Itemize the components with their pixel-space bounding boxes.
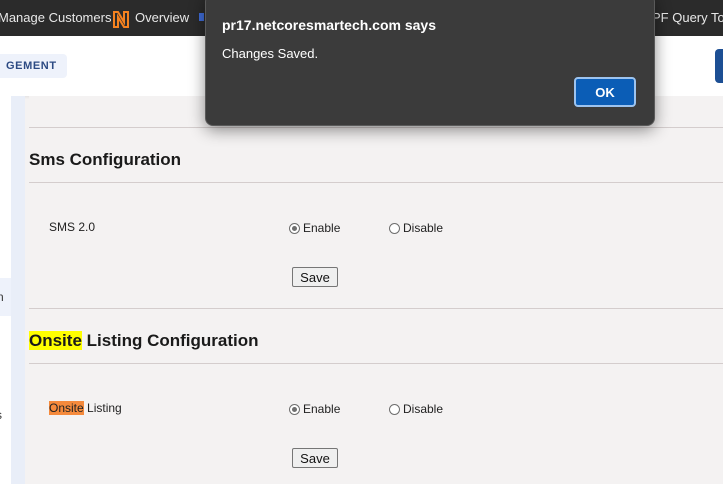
radio-unchecked-icon[interactable]: [389, 404, 400, 415]
sms-disable-radio[interactable]: Disable: [389, 220, 443, 236]
title-rest: Listing Configuration: [86, 331, 259, 350]
sms-enable-radio[interactable]: Enable: [289, 220, 340, 236]
sms-setting-label: SMS 2.0: [49, 220, 96, 234]
bookmark-overview[interactable]: Overview: [112, 0, 189, 36]
dialog-message: Changes Saved.: [222, 46, 319, 61]
sms-disable-label: Disable: [403, 221, 444, 235]
onsite-disable-radio[interactable]: Disable: [389, 401, 443, 417]
label-rest: Listing: [87, 401, 122, 415]
bookmark-favicon-icon[interactable]: [199, 13, 204, 21]
title-highlight: Onsite: [29, 331, 82, 350]
ok-button[interactable]: OK: [574, 77, 636, 107]
netcore-n-logo-icon: [112, 10, 130, 28]
radio-checked-icon[interactable]: [289, 223, 300, 234]
divider: [29, 182, 723, 183]
bookmark-manage-customers[interactable]: Manage Customers: [0, 0, 111, 36]
sms-section-title: Sms Configuration: [29, 150, 182, 169]
management-tab[interactable]: GEMENT: [0, 54, 67, 78]
divider: [29, 127, 723, 128]
bookmark-overview-label: Overview: [135, 10, 190, 25]
onsite-save-button[interactable]: Save: [292, 448, 338, 468]
onsite-section-title: Onsite Listing Configuration: [29, 331, 259, 351]
radio-checked-icon[interactable]: [289, 404, 300, 415]
bookmark-query-tool[interactable]: PF Query Tool: [652, 0, 723, 36]
radio-unchecked-icon[interactable]: [389, 223, 400, 234]
onsite-disable-label: Disable: [403, 402, 444, 416]
alert-dialog: pr17.netcoresmartech.com says Changes Sa…: [205, 0, 655, 126]
label-highlight: Onsite: [49, 401, 84, 415]
sidebar-edge: [11, 96, 25, 484]
divider: [29, 363, 723, 364]
onsite-enable-radio[interactable]: Enable: [289, 401, 340, 417]
sidebar-item-label: s: [0, 408, 2, 422]
sidebar-item-label: n: [0, 290, 4, 304]
header-action-button[interactable]: [715, 49, 723, 83]
onsite-enable-label: Enable: [303, 402, 341, 416]
dialog-title: pr17.netcoresmartech.com says: [222, 17, 436, 33]
sms-enable-label: Enable: [303, 221, 341, 235]
sms-save-button[interactable]: Save: [292, 267, 338, 287]
onsite-setting-label: Onsite Listing: [49, 401, 122, 415]
divider: [29, 308, 723, 309]
